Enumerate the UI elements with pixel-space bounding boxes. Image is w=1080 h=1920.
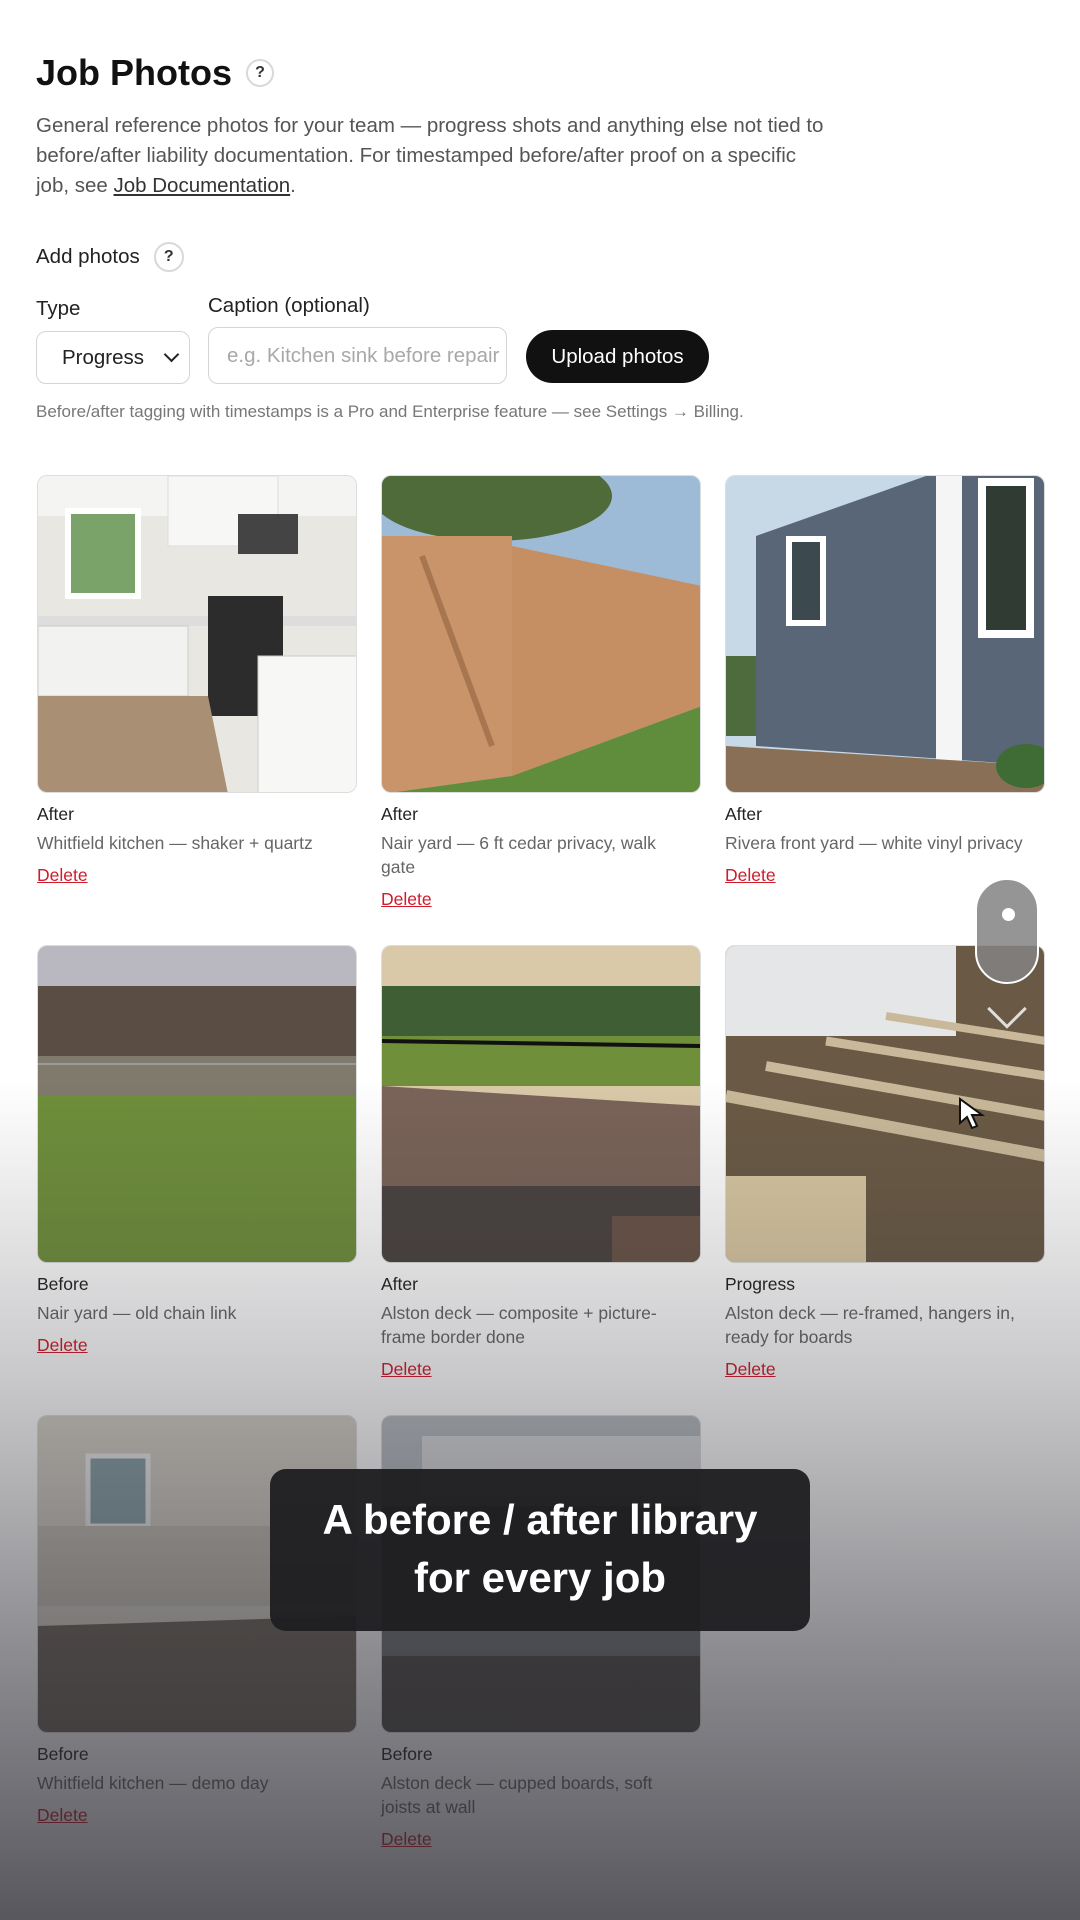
- promo-caption-banner: A before / after library for every job: [270, 1469, 810, 1631]
- caption-input[interactable]: e.g. Kitchen sink before repair: [208, 327, 507, 384]
- caption-label: Caption (optional): [208, 294, 370, 317]
- add-photos-help-icon[interactable]: ?: [153, 242, 184, 272]
- chain-link-photo: [38, 946, 356, 1262]
- photo-tag: After: [37, 804, 74, 824]
- job-photos-page: Job Photos ? General reference photos fo…: [0, 0, 1080, 1920]
- photo-card: After Whitfield kitchen — shaker + quart…: [37, 475, 357, 886]
- photo-caption: Rivera front yard — white vinyl privacy: [725, 833, 1023, 853]
- delete-link[interactable]: Delete: [381, 1359, 432, 1380]
- photo-card: After Alston deck — composite + picture-…: [381, 945, 701, 1380]
- delete-link[interactable]: Delete: [725, 1359, 776, 1380]
- scroll-indicator-icon: [975, 878, 1039, 984]
- photo-tag: Progress: [725, 1274, 796, 1294]
- type-select-value: Progress: [62, 345, 145, 369]
- photo-tag: Before: [381, 1744, 433, 1764]
- photo-thumbnail[interactable]: [381, 945, 701, 1263]
- page-title: Job Photos ?: [36, 52, 274, 94]
- kitchen-photo: [38, 476, 356, 792]
- photo-card: After Rivera front yard — white vinyl pr…: [725, 475, 1045, 886]
- add-photos-label: Add photos: [36, 245, 140, 268]
- photo-thumbnail[interactable]: [37, 945, 357, 1263]
- tier-note: Before/after tagging with timestamps is …: [36, 402, 744, 421]
- photo-card: After Nair yard — 6 ft cedar privacy, wa…: [381, 475, 701, 910]
- siding-photo: [726, 476, 1044, 792]
- delete-link[interactable]: Delete: [725, 865, 776, 886]
- photo-caption: Alston deck — re-framed, hangers in, rea…: [725, 1303, 1015, 1347]
- intro-end: .: [290, 174, 296, 197]
- banner-line-2: for every job: [413, 1554, 667, 1601]
- deck-photo: [382, 946, 700, 1262]
- add-photos-heading: Add photos ?: [36, 242, 184, 272]
- delete-link[interactable]: Delete: [37, 865, 88, 886]
- photo-tag: After: [381, 1274, 418, 1294]
- delete-link[interactable]: Delete: [381, 889, 432, 910]
- photo-caption: Alston deck — composite + picture-frame …: [381, 1303, 657, 1347]
- intro-paragraph: General reference photos for your team —…: [36, 111, 826, 201]
- page-title-text: Job Photos: [36, 52, 232, 93]
- banner-line-1: A before / after library: [322, 1496, 758, 1543]
- type-select[interactable]: Progress: [36, 331, 190, 384]
- delete-link[interactable]: Delete: [381, 1829, 432, 1850]
- photo-thumbnail[interactable]: [37, 475, 357, 793]
- mouse-cursor-icon: [959, 1097, 986, 1130]
- photo-tag: After: [725, 804, 762, 824]
- chevron-down-icon: [163, 346, 180, 363]
- type-label: Type: [36, 297, 81, 320]
- photo-tag: Before: [37, 1744, 89, 1764]
- help-icon[interactable]: ?: [246, 59, 274, 87]
- photo-tag: After: [381, 804, 418, 824]
- photo-tag: Before: [37, 1274, 89, 1294]
- job-documentation-link[interactable]: Job Documentation: [114, 174, 291, 197]
- photo-caption: Nair yard — 6 ft cedar privacy, walk gat…: [381, 833, 656, 877]
- photo-caption: Whitfield kitchen — demo day: [37, 1773, 269, 1793]
- upload-photos-button[interactable]: Upload photos: [526, 330, 709, 383]
- scroll-dot: [1002, 908, 1015, 921]
- cedar-fence-photo: [382, 476, 700, 792]
- photo-thumbnail[interactable]: [381, 475, 701, 793]
- deck-frame-photo: [726, 946, 1044, 1262]
- photo-thumbnail[interactable]: [725, 475, 1045, 793]
- delete-link[interactable]: Delete: [37, 1335, 88, 1356]
- photo-caption: Nair yard — old chain link: [37, 1303, 237, 1323]
- photo-caption: Alston deck — cupped boards, soft joists…: [381, 1773, 653, 1817]
- photo-thumbnail[interactable]: [725, 945, 1045, 1263]
- photo-caption: Whitfield kitchen — shaker + quartz: [37, 833, 313, 853]
- photo-card: Before Nair yard — old chain link Delete: [37, 945, 357, 1356]
- delete-link[interactable]: Delete: [37, 1805, 88, 1826]
